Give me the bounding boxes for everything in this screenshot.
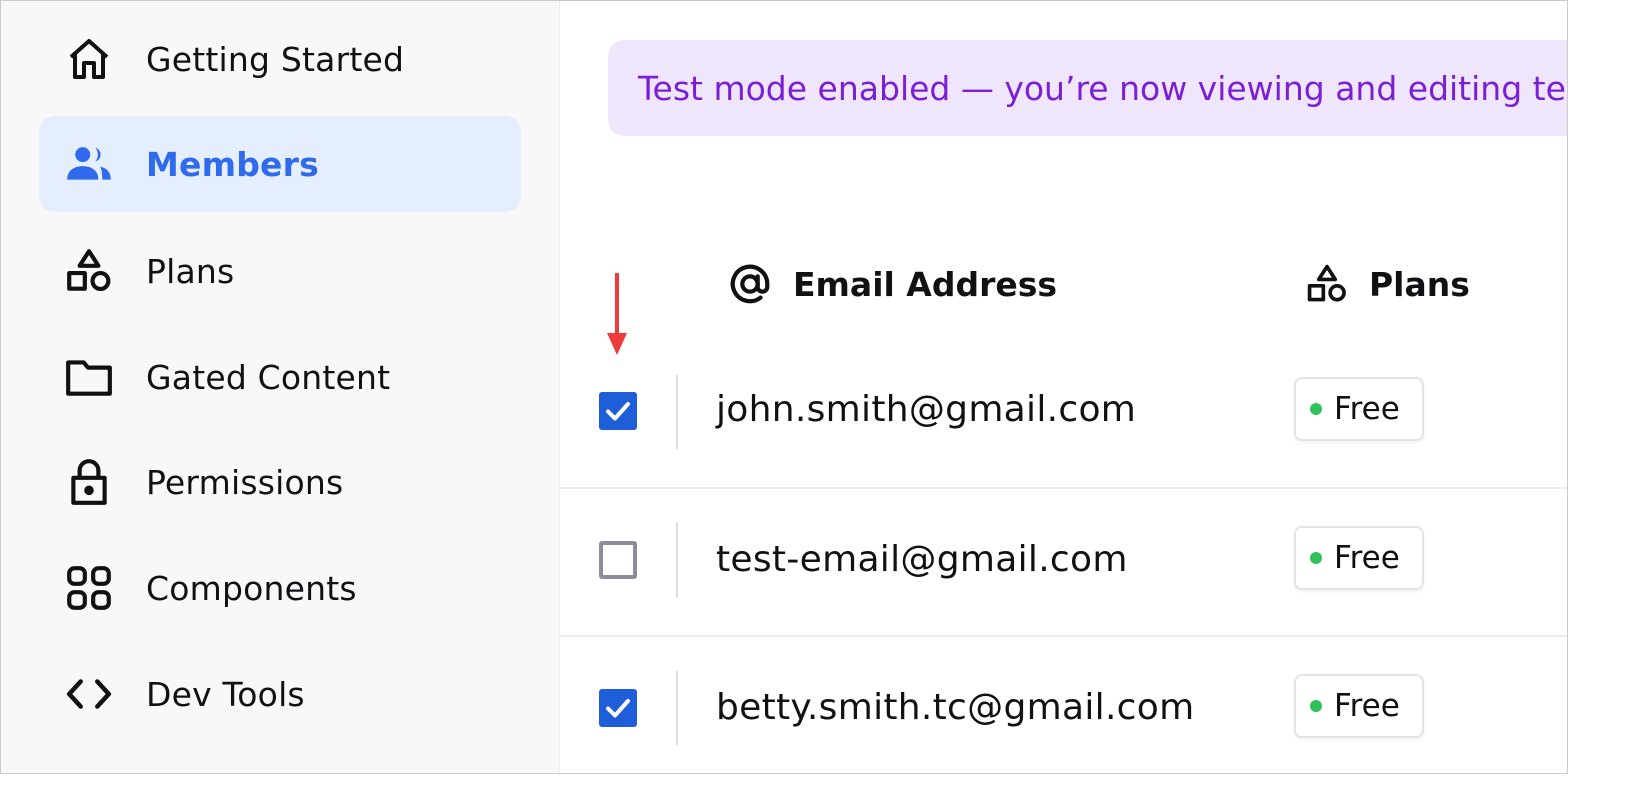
plan-badge[interactable]: Free — [1294, 377, 1424, 441]
shapes-icon — [1305, 262, 1349, 306]
code-icon — [63, 668, 115, 720]
plan-badge[interactable]: Free — [1294, 674, 1424, 738]
member-email[interactable]: john.smith@gmail.com — [716, 389, 1136, 430]
sidebar-item-label: Gated Content — [146, 357, 391, 397]
checkmark-icon — [606, 402, 630, 421]
column-divider — [676, 523, 678, 597]
table-row[interactable]: betty.smith.tc@gmail.com Free — [560, 635, 1567, 773]
plan-badge-label: Free — [1334, 540, 1400, 576]
lock-icon — [63, 456, 115, 508]
column-header-email[interactable]: Email Address — [727, 259, 1057, 309]
column-header-plans[interactable]: Plans — [1305, 259, 1470, 309]
sidebar-item-plans[interactable]: Plans — [39, 223, 521, 319]
status-dot — [1310, 552, 1322, 564]
sidebar-item-label: Plans — [146, 251, 235, 291]
users-icon — [63, 138, 115, 190]
test-mode-banner: Test mode enabled — you’re now viewing a… — [608, 40, 1568, 136]
plan-badge-label: Free — [1334, 688, 1400, 724]
home-icon — [63, 33, 115, 85]
sidebar-item-label: Members — [146, 144, 319, 184]
member-email[interactable]: betty.smith.tc@gmail.com — [716, 687, 1194, 728]
sidebar: Getting Started Members Plans Gated Cont… — [1, 1, 560, 773]
member-email[interactable]: test-email@gmail.com — [716, 539, 1128, 580]
sidebar-item-gated-content[interactable]: Gated Content — [39, 329, 521, 425]
shapes-icon — [63, 245, 115, 297]
at-sign-icon — [727, 261, 773, 307]
sidebar-item-label: Components — [146, 568, 357, 608]
sidebar-item-components[interactable]: Components — [39, 540, 521, 636]
sidebar-item-permissions[interactable]: Permissions — [39, 434, 521, 530]
column-divider — [676, 671, 678, 745]
row-checkbox[interactable] — [599, 689, 637, 727]
sidebar-item-members[interactable]: Members — [39, 116, 521, 212]
table-row[interactable]: test-email@gmail.com Free — [560, 487, 1567, 637]
app-window: Getting Started Members Plans Gated Cont… — [0, 0, 1568, 774]
sidebar-item-dev-tools[interactable]: Dev Tools — [39, 646, 521, 742]
table-row[interactable]: john.smith@gmail.com Free — [560, 339, 1567, 489]
row-checkbox[interactable] — [599, 392, 637, 430]
status-dot — [1310, 700, 1322, 712]
plan-badge-label: Free — [1334, 391, 1400, 427]
test-mode-banner-text: Test mode enabled — you’re now viewing a… — [638, 68, 1568, 108]
main-content: Test mode enabled — you’re now viewing a… — [560, 1, 1568, 773]
checkmark-icon — [606, 699, 630, 718]
status-dot — [1310, 403, 1322, 415]
column-header-label: Plans — [1369, 264, 1470, 304]
column-divider — [676, 375, 678, 449]
sidebar-item-getting-started[interactable]: Getting Started — [39, 11, 521, 107]
plan-badge[interactable]: Free — [1294, 526, 1424, 590]
folder-icon — [63, 351, 115, 403]
sidebar-item-label: Permissions — [146, 462, 344, 502]
components-icon — [63, 562, 115, 614]
column-header-label: Email Address — [793, 264, 1058, 304]
sidebar-item-label: Dev Tools — [146, 674, 305, 714]
row-checkbox[interactable] — [599, 541, 637, 579]
sidebar-item-label: Getting Started — [146, 39, 405, 79]
